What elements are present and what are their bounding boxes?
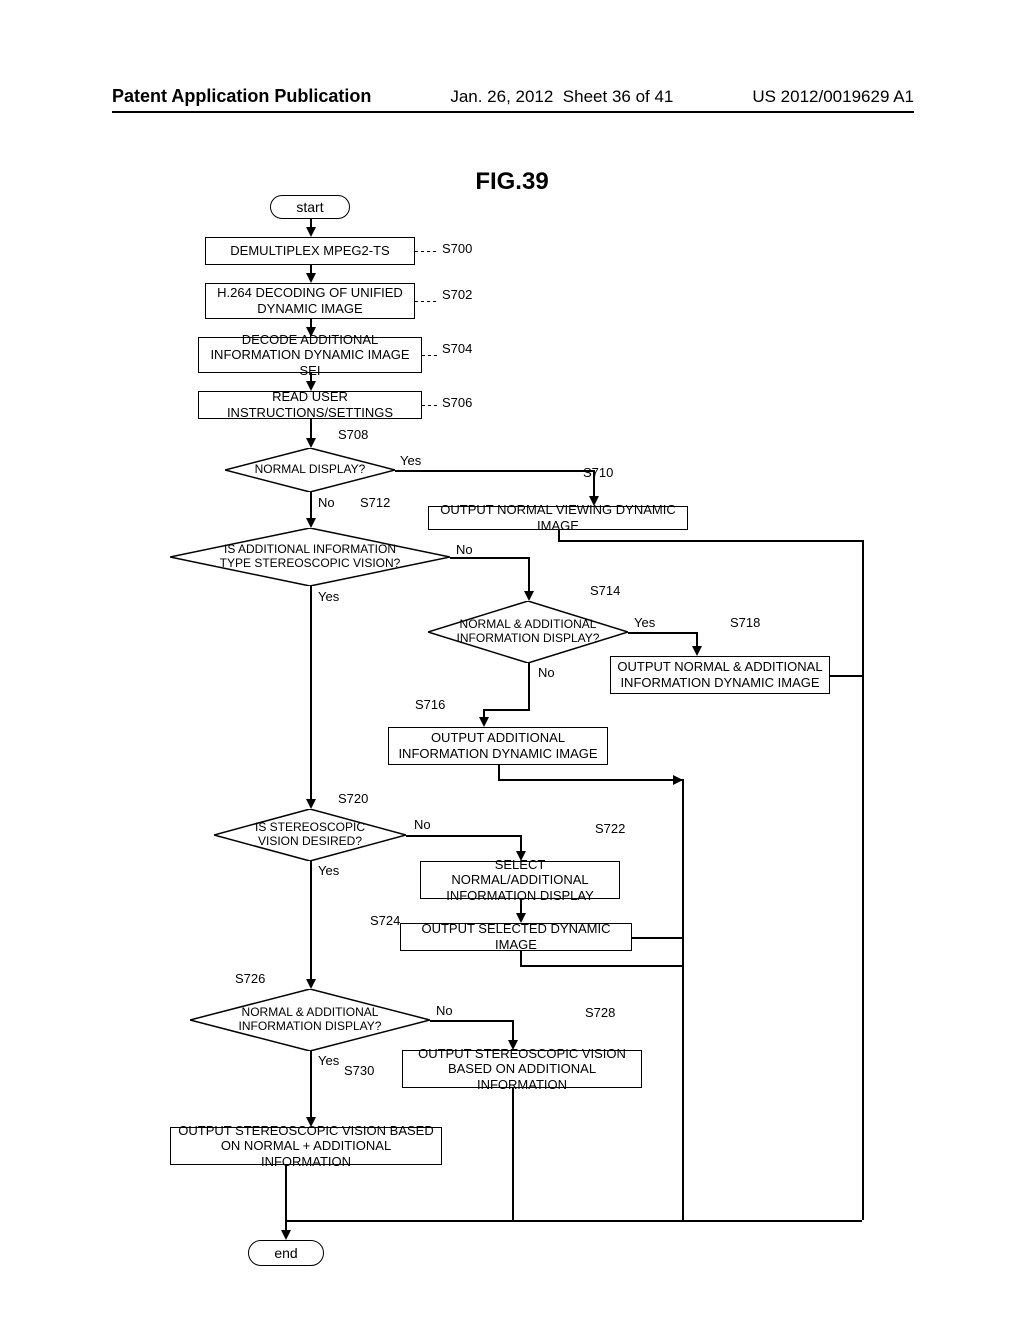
- step-label-s714: S714: [590, 583, 620, 598]
- step-label-s712: S712: [360, 495, 390, 510]
- decision-s712: IS ADDITIONAL INFORMATION TYPE STEREOSCO…: [170, 528, 450, 586]
- process-s706: READ USER INSTRUCTIONS/SETTINGS: [198, 391, 422, 419]
- yes-label: Yes: [400, 453, 421, 468]
- decision-s720-text: IS STEREOSCOPIC VISION DESIRED?: [240, 821, 380, 849]
- process-s730: OUTPUT STEREOSCOPIC VISION BASED ON NORM…: [170, 1127, 442, 1165]
- decision-s720: IS STEREOSCOPIC VISION DESIRED?: [214, 809, 406, 861]
- step-label-s730: S730: [344, 1063, 374, 1078]
- yes-label-5: Yes: [318, 1053, 339, 1068]
- yes-label-3: Yes: [634, 615, 655, 630]
- yes-label-2: Yes: [318, 589, 339, 604]
- process-s724: OUTPUT SELECTED DYNAMIC IMAGE: [400, 923, 632, 951]
- process-s702-text: H.264 DECODING OF UNIFIED DYNAMIC IMAGE: [212, 285, 408, 316]
- decision-s714-text: NORMAL & ADDITIONAL INFORMATION DISPLAY?: [450, 618, 606, 646]
- process-s704: DECODE ADDITIONAL INFORMATION DYNAMIC IM…: [198, 337, 422, 373]
- step-label-s722: S722: [595, 821, 625, 836]
- step-label-s710: S710: [583, 465, 613, 480]
- step-label-s706: S706: [442, 395, 472, 410]
- step-label-s724: S724: [370, 913, 400, 928]
- terminator-start-text: start: [296, 199, 323, 215]
- no-label-5: No: [436, 1003, 453, 1018]
- decision-s708: NORMAL DISPLAY?: [225, 448, 395, 492]
- process-s710-text: OUTPUT NORMAL VIEWING DYNAMIC IMAGE: [435, 502, 681, 533]
- page: Patent Application Publication Jan. 26, …: [0, 0, 1024, 1320]
- header-left: Patent Application Publication: [112, 86, 371, 107]
- process-s700: DEMULTIPLEX MPEG2-TS: [205, 237, 415, 265]
- no-label-3: No: [538, 665, 555, 680]
- figure-title: FIG.39: [0, 168, 1024, 196]
- step-label-s708: S708: [338, 427, 368, 442]
- step-label-s704: S704: [442, 341, 472, 356]
- terminator-end-text: end: [274, 1245, 297, 1261]
- process-s706-text: READ USER INSTRUCTIONS/SETTINGS: [205, 389, 415, 420]
- terminator-start: start: [270, 195, 350, 219]
- process-s730-text: OUTPUT STEREOSCOPIC VISION BASED ON NORM…: [177, 1123, 435, 1170]
- step-label-s716: S716: [415, 697, 445, 712]
- terminator-end: end: [248, 1240, 324, 1266]
- step-label-s718: S718: [730, 615, 760, 630]
- decision-s726-text: NORMAL & ADDITIONAL INFORMATION DISPLAY?: [224, 1006, 396, 1034]
- decision-s712-text: IS ADDITIONAL INFORMATION TYPE STEREOSCO…: [212, 543, 408, 571]
- decision-s714: NORMAL & ADDITIONAL INFORMATION DISPLAY?: [428, 601, 628, 663]
- process-s718: OUTPUT NORMAL & ADDITIONAL INFORMATION D…: [610, 656, 830, 694]
- yes-label-4: Yes: [318, 863, 339, 878]
- decision-s726: NORMAL & ADDITIONAL INFORMATION DISPLAY?: [190, 989, 430, 1051]
- no-label-4: No: [414, 817, 431, 832]
- step-label-s700: S700: [442, 241, 472, 256]
- header-date: Jan. 26, 2012: [450, 87, 553, 106]
- step-label-s702: S702: [442, 287, 472, 302]
- process-s710: OUTPUT NORMAL VIEWING DYNAMIC IMAGE: [428, 506, 688, 530]
- process-s728-text: OUTPUT STEREOSCOPIC VISION BASED ON ADDI…: [409, 1046, 635, 1093]
- page-header: Patent Application Publication Jan. 26, …: [112, 86, 914, 113]
- process-s716-text: OUTPUT ADDITIONAL INFORMATION DYNAMIC IM…: [395, 730, 601, 761]
- process-s722: SELECT NORMAL/ADDITIONAL INFORMATION DIS…: [420, 861, 620, 899]
- no-label-2: No: [456, 542, 473, 557]
- process-s718-text: OUTPUT NORMAL & ADDITIONAL INFORMATION D…: [617, 659, 823, 690]
- step-label-s720: S720: [338, 791, 368, 806]
- header-pubno: US 2012/0019629 A1: [752, 87, 914, 107]
- step-label-s728: S728: [585, 1005, 615, 1020]
- header-sheet: Sheet 36 of 41: [563, 87, 674, 106]
- process-s704-text: DECODE ADDITIONAL INFORMATION DYNAMIC IM…: [205, 332, 415, 379]
- header-date-sheet: Jan. 26, 2012 Sheet 36 of 41: [450, 87, 673, 107]
- process-s700-text: DEMULTIPLEX MPEG2-TS: [230, 243, 389, 259]
- decision-s708-text: NORMAL DISPLAY?: [255, 463, 366, 477]
- process-s702: H.264 DECODING OF UNIFIED DYNAMIC IMAGE: [205, 283, 415, 319]
- step-label-s726: S726: [235, 971, 265, 986]
- process-s716: OUTPUT ADDITIONAL INFORMATION DYNAMIC IM…: [388, 727, 608, 765]
- no-label: No: [318, 495, 335, 510]
- flowchart: start DEMULTIPLEX MPEG2-TS S700 H.264 DE…: [170, 195, 880, 1285]
- process-s722-text: SELECT NORMAL/ADDITIONAL INFORMATION DIS…: [427, 857, 613, 904]
- process-s724-text: OUTPUT SELECTED DYNAMIC IMAGE: [407, 921, 625, 952]
- process-s728: OUTPUT STEREOSCOPIC VISION BASED ON ADDI…: [402, 1050, 642, 1088]
